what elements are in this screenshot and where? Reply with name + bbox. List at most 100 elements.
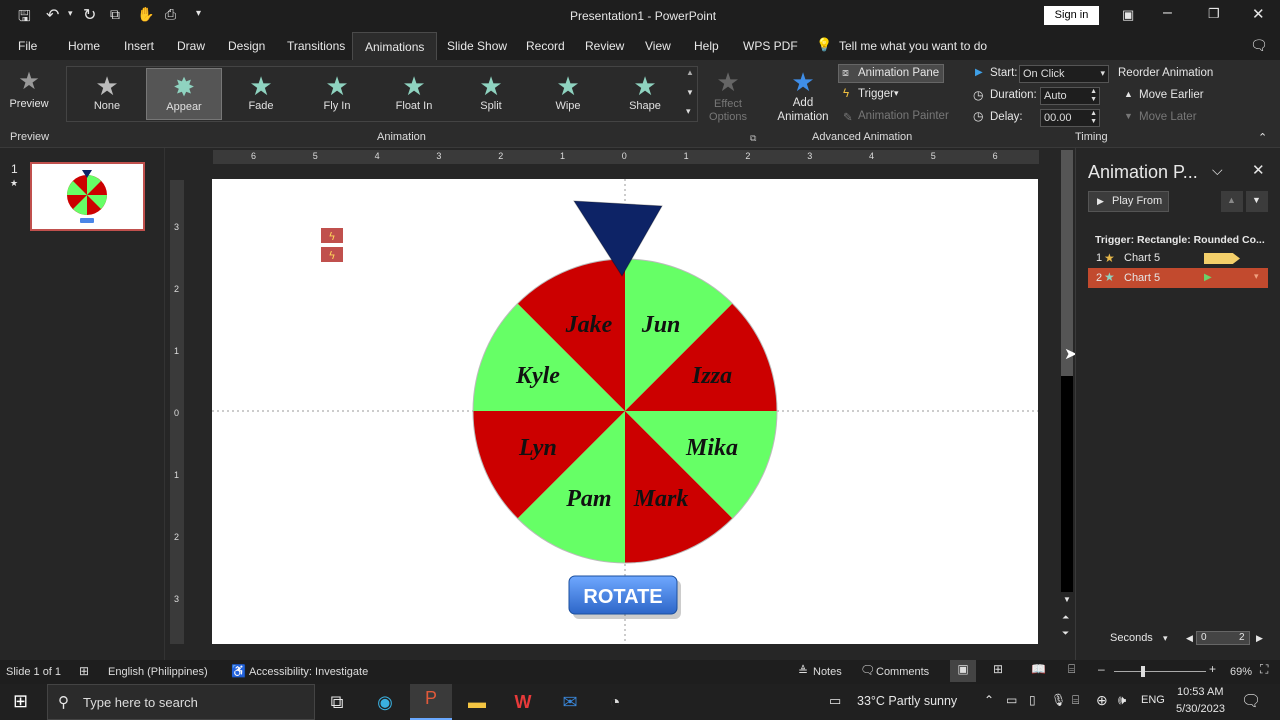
next-slide-icon[interactable]: ⏷ [1062, 628, 1069, 639]
comments-icon[interactable]: 🗨 [1250, 37, 1268, 54]
ribbon-display-icon[interactable]: ▣ [1122, 7, 1134, 23]
zoom-slider[interactable] [1114, 671, 1206, 672]
start-dropdown-icon[interactable]: ▾ [1100, 68, 1105, 79]
print-preview-icon[interactable]: ⎙ [165, 6, 176, 23]
tab-insert[interactable]: Insert [124, 39, 154, 53]
start-from-beginning-icon[interactable]: ⧉ [110, 6, 120, 23]
gallery-more-icon[interactable]: ▾ [686, 106, 691, 117]
battery-icon[interactable]: ▭ [1006, 693, 1017, 707]
preview-button[interactable]: ★ Preview [6, 64, 52, 126]
seconds-dropdown[interactable]: Seconds [1110, 632, 1153, 644]
close-icon[interactable]: ✕ [1252, 5, 1265, 23]
trigger-dropdown-icon[interactable]: ▾ [894, 88, 899, 99]
scroll-down-icon[interactable]: ▼ [1063, 595, 1071, 604]
notifications-icon[interactable]: 🗨 [1241, 691, 1261, 711]
timeline-right-icon[interactable]: ▶ [1256, 633, 1263, 644]
duration-input[interactable]: Auto ▲ ▼ [1040, 87, 1100, 105]
animation-painter-button[interactable]: Animation Painter [858, 110, 949, 122]
play-from-button[interactable]: ▶ Play From [1088, 191, 1169, 212]
tab-draw[interactable]: Draw [177, 39, 205, 53]
tab-review[interactable]: Review [585, 39, 624, 53]
screen-recorder-icon[interactable]: ◔ [600, 688, 630, 716]
editor-scrollbar[interactable]: ▼ ⏶ ⏷ [1060, 150, 1074, 650]
slide-canvas[interactable]: Jun Izza Mika Mark Pam Lyn Kyle Jake ϟ ϟ ROTATE [212, 179, 1038, 644]
volume-icon[interactable]: 🕪 [1118, 692, 1126, 708]
animation-fly-in[interactable]: ★ Fly In [299, 68, 375, 120]
tab-home[interactable]: Home [68, 39, 100, 53]
pane-options-icon[interactable]: ⌵ [1212, 162, 1223, 179]
move-earlier-button[interactable]: Move Earlier [1139, 89, 1204, 101]
slide-show-view-icon[interactable]: ⌸ [1068, 662, 1075, 677]
clock-time[interactable]: 10:53 AM [1177, 686, 1223, 698]
animation-list-item-selected[interactable]: 2 ★ Chart 5 ▶ ▾ [1088, 268, 1268, 288]
zoom-in-icon[interactable]: + [1209, 662, 1216, 676]
tab-help[interactable]: Help [694, 39, 719, 53]
powerpoint-taskbar-icon[interactable]: P [410, 684, 452, 720]
animation-dialog-launcher-icon[interactable]: ⧉ [750, 133, 756, 144]
device-icon[interactable]: ▯ [1029, 693, 1036, 707]
show-hidden-icons[interactable]: ⌃ [984, 693, 994, 707]
effect-options-button[interactable]: ★ Effect Options [700, 64, 756, 128]
globe-icon[interactable]: ⊕ [1096, 692, 1108, 709]
comments-button[interactable]: Comments [876, 666, 929, 678]
delay-input[interactable]: 00.00 ▲ ▼ [1040, 109, 1100, 127]
animation-fade[interactable]: ★ Fade [223, 68, 299, 120]
spin-wheel[interactable]: Jun Izza Mika Mark Pam Lyn KyleJake [472, 258, 778, 564]
animation-split[interactable]: ★ Split [453, 68, 529, 120]
gallery-scroll-up-icon[interactable]: ▲ [686, 68, 694, 77]
undo-icon[interactable]: ↶ [46, 5, 59, 25]
tab-animations[interactable]: Animations [352, 32, 438, 60]
zoom-out-icon[interactable]: – [1098, 662, 1105, 676]
accessibility-status[interactable]: Accessibility: Investigate [249, 666, 368, 678]
duration-spinner-icon[interactable]: ▲ ▼ [1090, 88, 1097, 104]
seconds-dropdown-icon[interactable]: ▾ [1163, 633, 1168, 644]
move-up-button[interactable]: ▲ [1221, 191, 1243, 212]
network-icon[interactable]: ⌸ [1072, 693, 1079, 708]
slide-sorter-icon[interactable]: ⊞ [993, 662, 1003, 676]
undo-dropdown-icon[interactable]: ▾ [68, 8, 73, 19]
animation-float-in[interactable]: ★ Float In [376, 68, 452, 120]
edge-icon[interactable]: ◉ [370, 688, 400, 716]
trigger-button[interactable]: Trigger [858, 88, 894, 100]
move-later-button[interactable]: Move Later [1139, 111, 1197, 123]
tab-record[interactable]: Record [526, 39, 565, 53]
collapse-ribbon-icon[interactable]: ⌃ [1258, 131, 1267, 144]
animation-pane-button[interactable]: ⧇ Animation Pane [838, 64, 944, 83]
start-select[interactable]: On Click ▾ [1019, 65, 1109, 83]
delay-spinner-icon[interactable]: ▲ ▼ [1090, 110, 1097, 126]
animation-wipe[interactable]: ★ Wipe [530, 68, 606, 120]
add-animation-button[interactable]: ★ Add Animation [770, 64, 836, 130]
rotate-button[interactable]: ROTATE [568, 575, 681, 619]
clock-date[interactable]: 5/30/2023 [1176, 703, 1225, 715]
task-view-icon[interactable]: ⧉ [322, 688, 352, 716]
microphone-icon[interactable]: 🎙 [1051, 693, 1066, 707]
save-icon[interactable]: 🖫 [18, 6, 31, 31]
fit-to-window-icon[interactable]: ⛶ [1260, 662, 1268, 677]
language-indicator[interactable]: English (Philippines) [108, 666, 208, 678]
tab-slide-show[interactable]: Slide Show [447, 39, 507, 53]
scrollbar-thumb[interactable] [1061, 150, 1073, 376]
gallery-scroll-down-icon[interactable]: ▼ [686, 88, 694, 97]
weather-text[interactable]: 33°C Partly sunny [857, 694, 957, 708]
wps-office-icon[interactable]: W [508, 688, 538, 716]
item-dropdown-icon[interactable]: ▾ [1254, 271, 1259, 282]
tell-me-search[interactable]: Tell me what you want to do [839, 39, 987, 53]
mail-icon[interactable]: ✉ [555, 688, 585, 716]
windows-start-icon[interactable]: ⊞ [13, 691, 28, 712]
input-language[interactable]: ENG [1141, 694, 1165, 706]
minimize-icon[interactable]: – [1163, 4, 1172, 22]
redo-icon[interactable]: ↻ [83, 5, 96, 25]
notes-button[interactable]: Notes [813, 666, 842, 678]
pane-close-icon[interactable]: ✕ [1252, 161, 1265, 179]
animation-list-item[interactable]: 1 ★ Chart 5 [1088, 249, 1268, 268]
zoom-slider-thumb[interactable] [1141, 666, 1145, 677]
tab-view[interactable]: View [645, 39, 671, 53]
customize-toolbar-icon[interactable]: ▾ [196, 8, 201, 19]
touch-mode-icon[interactable]: ✋ [137, 6, 154, 23]
spelling-icon[interactable]: ⊞ [79, 664, 89, 678]
animation-none[interactable]: ★ None [69, 68, 145, 120]
tab-file[interactable]: File [18, 39, 37, 53]
move-down-button[interactable]: ▼ [1246, 191, 1268, 212]
timeline-left-icon[interactable]: ◀ [1186, 633, 1193, 644]
slide-thumbnail[interactable] [30, 162, 145, 231]
